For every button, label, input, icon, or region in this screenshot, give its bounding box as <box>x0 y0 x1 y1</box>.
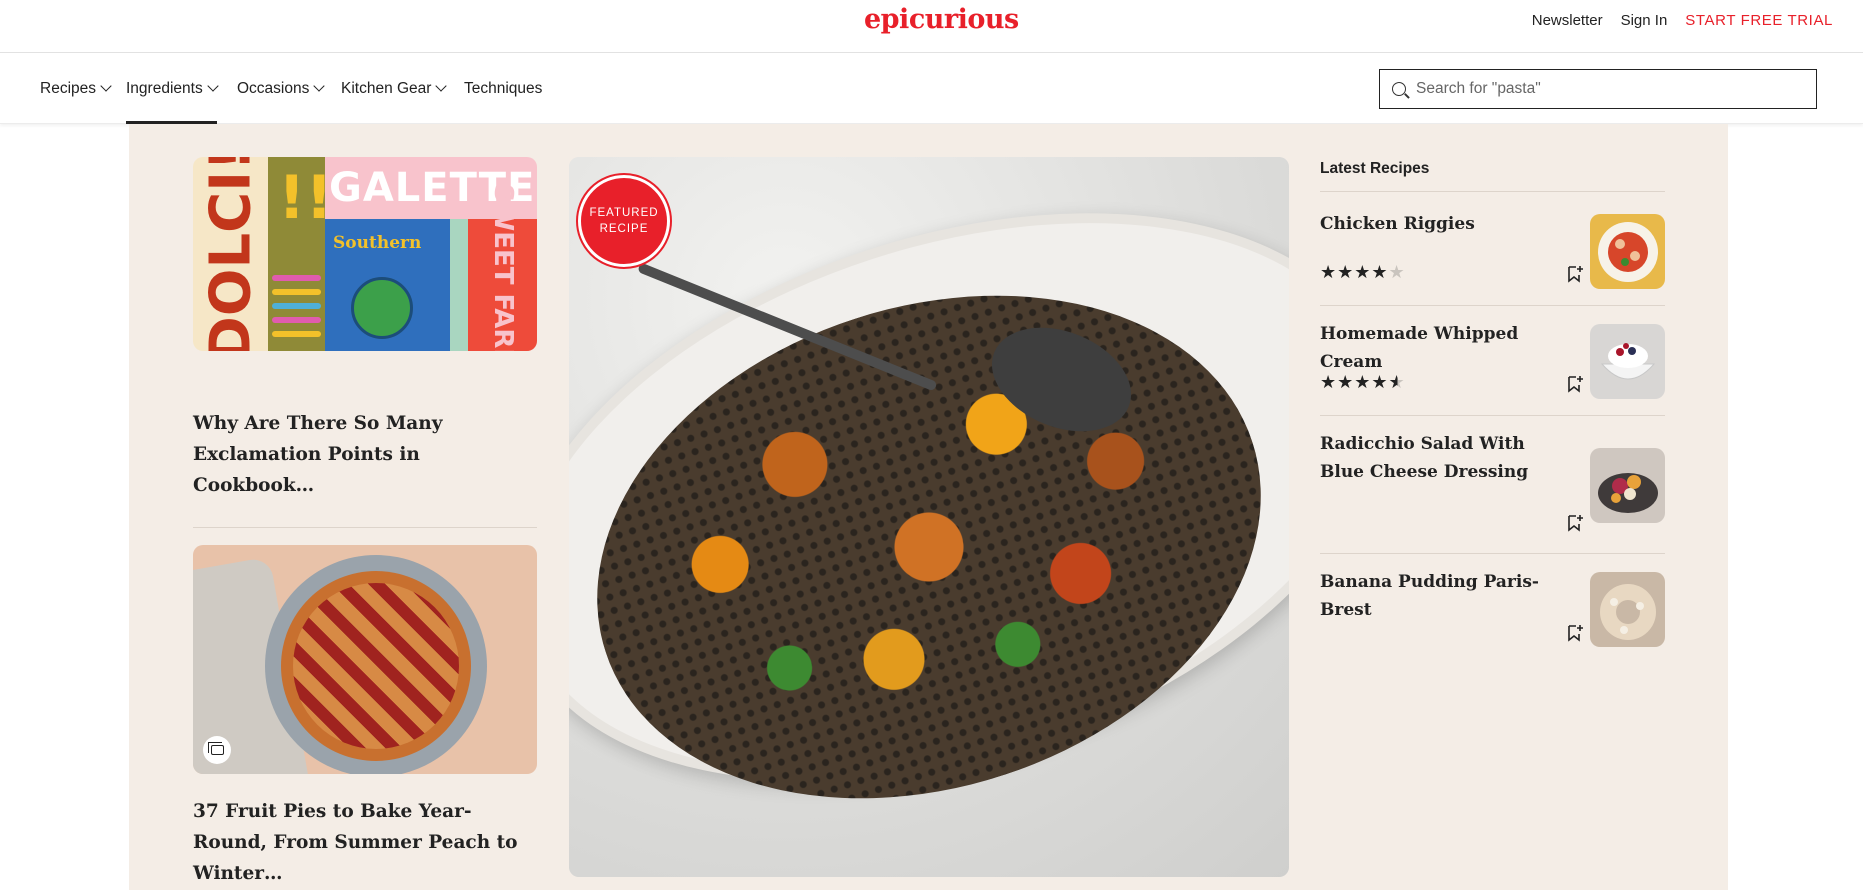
half-star-icon: ★ <box>1388 372 1406 392</box>
recipe-row: Radicchio Salad With Blue Cheese Dressin… <box>1320 430 1665 550</box>
search-icon <box>1392 82 1406 96</box>
sign-in-link[interactable]: Sign In <box>1621 12 1668 29</box>
cover-text: Southern <box>333 233 422 253</box>
cookbooks-image[interactable]: DOLCI! !! GALETTE! Southern SWEET FARM! <box>193 157 537 351</box>
chevron-down-icon <box>207 80 219 92</box>
cookbook-cover-dolci: DOLCI! <box>193 157 268 351</box>
divider <box>1320 305 1665 306</box>
featured-recipe-badge: FEATURED RECIPE <box>576 173 672 269</box>
cover-text: DOLCI! <box>198 157 263 351</box>
stripe <box>272 275 321 281</box>
bookmark-add-icon[interactable] <box>1564 513 1584 533</box>
search-input[interactable] <box>1416 80 1786 98</box>
chevron-down-icon <box>100 80 112 92</box>
nav-label: Ingredients <box>126 79 203 97</box>
nav-item-techniques[interactable]: Techniques <box>464 53 542 124</box>
nav-label: Recipes <box>40 79 96 97</box>
recipe-thumbnail[interactable] <box>1590 572 1665 647</box>
divider <box>1320 553 1665 554</box>
recipe-thumbnail[interactable] <box>1590 448 1665 523</box>
star-rating: ★★★★★ <box>1320 262 1406 283</box>
site-logo[interactable]: epicurious <box>864 4 1019 35</box>
recipe-title[interactable]: Radicchio Salad With Blue Cheese Dressin… <box>1320 430 1570 486</box>
chevron-down-icon <box>313 80 326 92</box>
search-box[interactable] <box>1379 69 1817 109</box>
bookmark-add-icon[interactable] <box>1564 264 1584 284</box>
stripe <box>272 303 321 309</box>
newsletter-link[interactable]: Newsletter <box>1532 12 1603 29</box>
cookbook-cover-exclaim: !! <box>268 157 325 351</box>
stripe <box>272 317 321 323</box>
badge-line: RECIPE <box>599 223 649 235</box>
recipe-thumbnail[interactable] <box>1590 214 1665 289</box>
recipe-row: Homemade Whipped Cream ★★★★★ <box>1320 320 1665 410</box>
stripe <box>272 289 321 295</box>
pepper-illustration <box>351 277 413 339</box>
fruit-pie-image[interactable] <box>193 545 537 774</box>
star-icon: ★ <box>1388 262 1406 282</box>
nav-label: Techniques <box>464 79 543 97</box>
cover-text: SWEET FARM! <box>487 183 518 351</box>
divider <box>193 527 537 528</box>
nav-item-kitchen-gear[interactable]: Kitchen Gear <box>341 53 448 124</box>
chevron-down-icon <box>435 80 448 92</box>
divider <box>1320 191 1665 192</box>
cookbook-stack: GALETTE! Southern SWEET FARM! <box>325 157 537 351</box>
recipe-thumbnail[interactable] <box>1590 324 1665 399</box>
recipe-row: Chicken Riggies ★★★★★ <box>1320 210 1665 300</box>
nav-label: Kitchen Gear <box>341 79 432 97</box>
bookmark-add-icon[interactable] <box>1564 374 1584 394</box>
star-icon: ★★★★ <box>1320 372 1389 392</box>
cookbook-spine <box>450 219 468 351</box>
nav-label: Occasions <box>237 79 310 97</box>
recipe-title[interactable]: Chicken Riggies <box>1320 210 1570 238</box>
gallery-icon <box>203 736 231 764</box>
star-rating: ★★★★★ <box>1320 372 1406 393</box>
nav-item-recipes[interactable]: Recipes <box>40 53 112 124</box>
nav-item-ingredients[interactable]: Ingredients <box>126 53 219 124</box>
recipe-title[interactable]: Homemade Whipped Cream <box>1320 320 1570 376</box>
top-bar: epicurious Newsletter Sign In START FREE… <box>0 0 1863 53</box>
start-free-trial-link[interactable]: START FREE TRIAL <box>1685 12 1833 29</box>
pie-lattice-graphic <box>293 583 459 749</box>
star-icon: ★★★★ <box>1320 262 1389 282</box>
latest-recipes-heading: Latest Recipes <box>1320 160 1430 177</box>
article-title-exclamation-points[interactable]: Why Are There So Many Exclamation Points… <box>193 408 537 501</box>
nav-item-occasions[interactable]: Occasions <box>237 53 326 124</box>
stripe <box>272 331 321 337</box>
recipe-title[interactable]: Banana Pudding Paris-Brest <box>1320 568 1570 624</box>
badge-line: FEATURED <box>589 207 659 219</box>
bookmark-add-icon[interactable] <box>1564 623 1584 643</box>
article-title-fruit-pies[interactable]: 37 Fruit Pies to Bake Year-Round, From S… <box>193 796 537 889</box>
divider <box>1320 415 1665 416</box>
recipe-row: Banana Pudding Paris-Brest <box>1320 568 1665 658</box>
exclamation-graphic: !! <box>278 163 325 233</box>
cookbook-cover-sweet-farm: SWEET FARM! <box>468 184 537 351</box>
featured-recipe-image[interactable]: FEATURED RECIPE <box>569 157 1289 877</box>
cookbook-cover-southern: Southern <box>325 219 450 351</box>
gallery-icon-shape <box>207 742 224 755</box>
main-nav: Recipes Ingredients Occasions Kitchen Ge… <box>0 53 1863 124</box>
top-links: Newsletter Sign In START FREE TRIAL <box>1532 12 1833 29</box>
